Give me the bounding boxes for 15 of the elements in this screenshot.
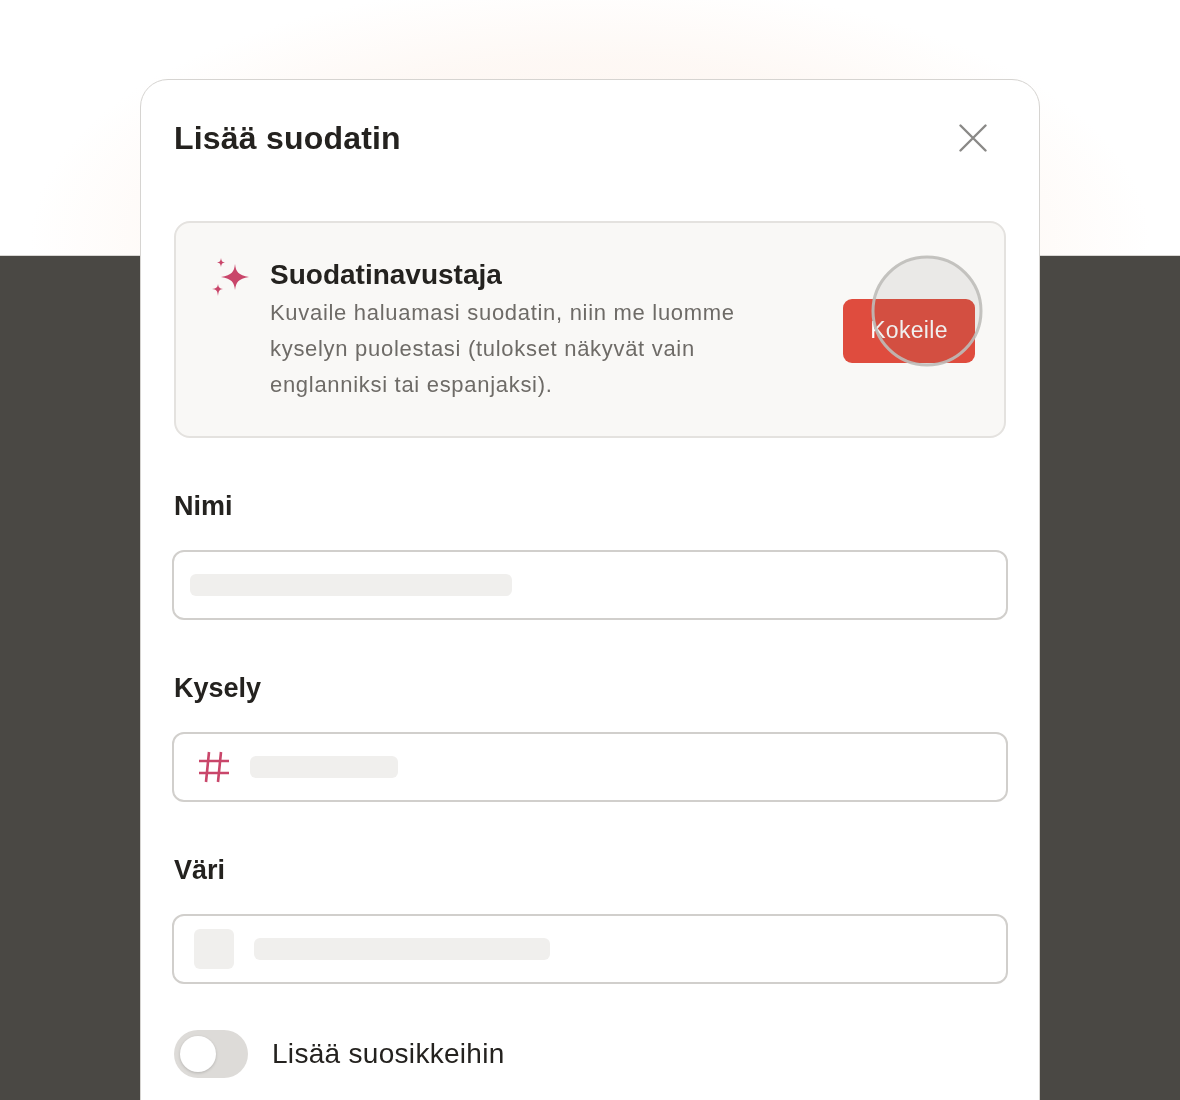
name-field[interactable] <box>172 550 1008 620</box>
favorite-toggle[interactable] <box>174 1030 248 1078</box>
field-label: Väri <box>174 854 227 887</box>
color-field[interactable] <box>172 914 1008 984</box>
sparkle-icon <box>212 258 250 296</box>
touch-indicator-icon <box>871 254 983 367</box>
close-icon <box>959 124 987 152</box>
hash-icon <box>198 751 230 783</box>
query-field[interactable] <box>172 732 1008 802</box>
assistant-description: Kuvaile haluamasi suodatin, niin me luomme kyselyn puolestasi (tulokset näkyvät vain englanniksi tai espanjaksi). <box>270 299 736 399</box>
dialog-title: Lisää suodatin <box>174 119 401 158</box>
assistant-title: Suodatinavustaja <box>270 258 503 292</box>
field-label: Kysely <box>174 672 263 705</box>
toggle-label: Lisää suosikkeihin <box>272 1037 505 1071</box>
field-label: Nimi <box>174 490 234 523</box>
